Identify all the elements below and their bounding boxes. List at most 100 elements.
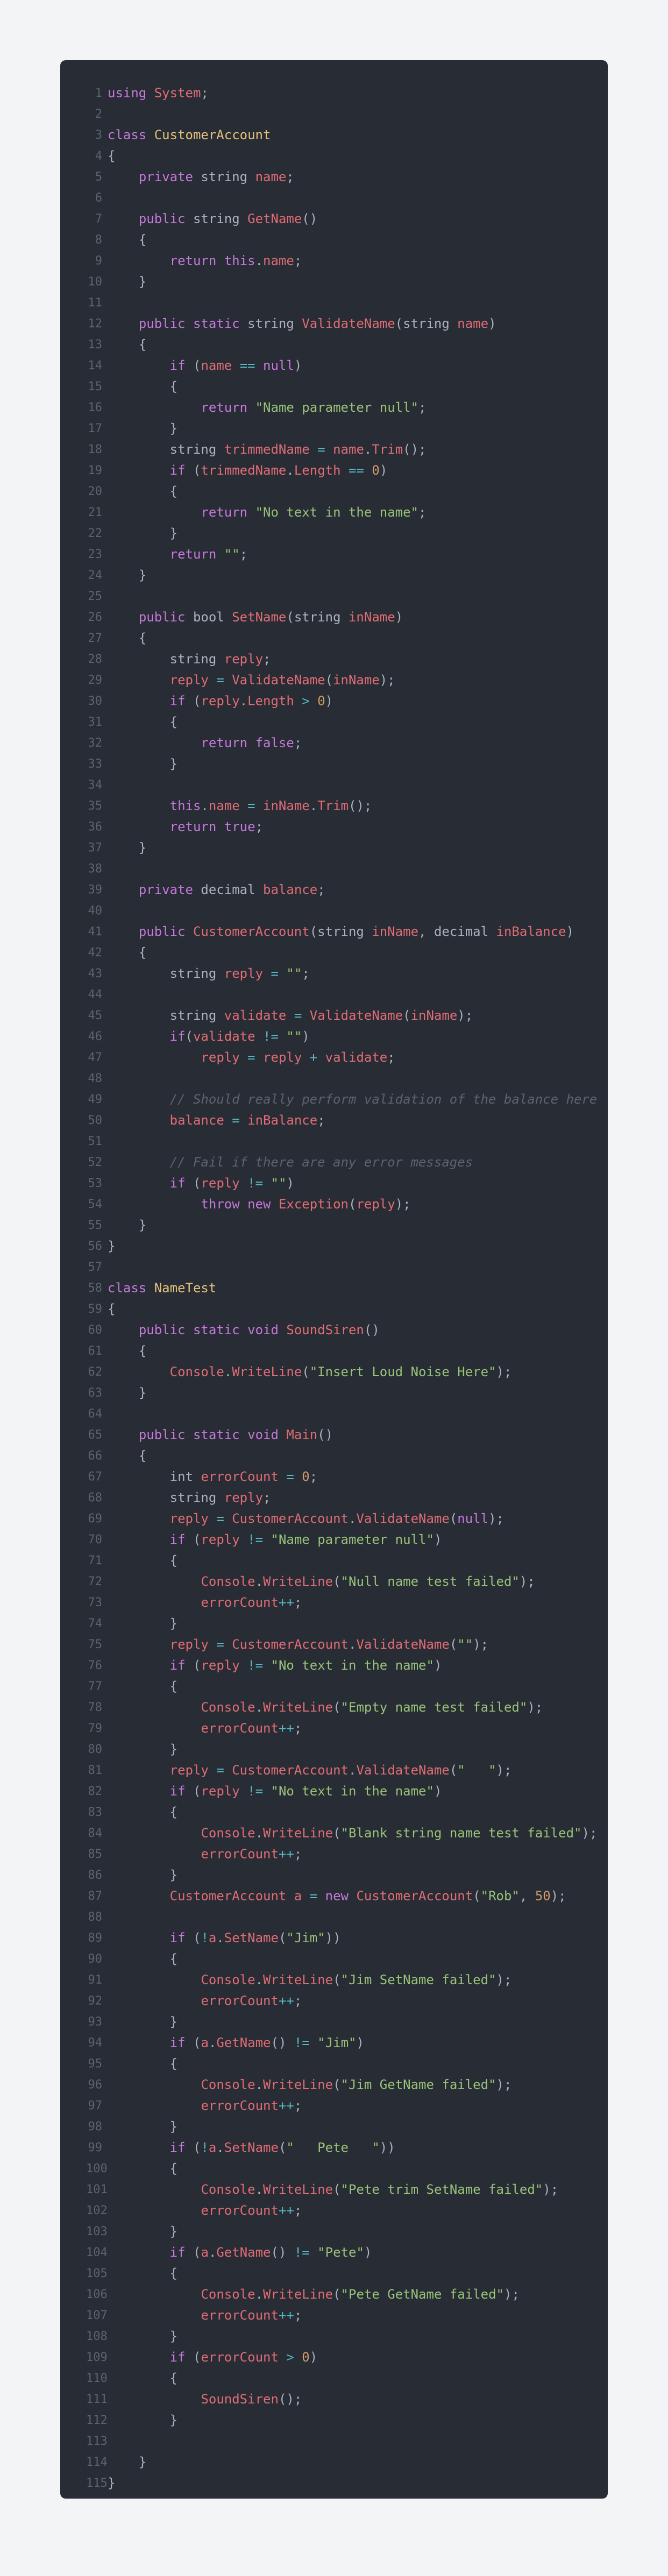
- code-line: 35 this.name = inName.Trim();: [86, 796, 597, 817]
- code-line: 55 }: [86, 1215, 597, 1236]
- code-line: 45 string validate = ValidateName(inName…: [86, 1005, 597, 1026]
- line-number: 8: [95, 233, 102, 247]
- line-number: 68: [88, 1491, 103, 1505]
- code-line-text: if (errorCount > 0): [169, 2350, 318, 2365]
- code-line-text: {: [138, 945, 147, 960]
- code-line: 15 {: [86, 376, 597, 397]
- code-line: 62 Console.WriteLine("Insert Loud Noise …: [86, 1362, 597, 1383]
- code-line-text: return false;: [201, 735, 302, 750]
- code-line: 81 reply = CustomerAccount.ValidateName(…: [86, 1760, 597, 1781]
- line-number: 5: [95, 170, 102, 184]
- code-line-text: if (!a.SetName(" Pete ")): [169, 2140, 395, 2155]
- code-line: 1 using System;: [86, 83, 597, 104]
- code-line-text: if (a.GetName() != "Jim"): [169, 2035, 364, 2050]
- code-line: 51: [86, 1131, 597, 1152]
- line-number: 115: [86, 2477, 108, 2490]
- code-line-text: return "No text in the name";: [201, 505, 427, 520]
- line-number: 29: [88, 674, 103, 687]
- code-line-text: errorCount++;: [201, 1993, 302, 2008]
- code-line-text: {: [169, 714, 178, 729]
- code-line-text: }: [169, 2014, 178, 2029]
- code-line: 90 {: [86, 1949, 597, 1970]
- code-line-text: private string name;: [138, 169, 294, 184]
- code-line: 91 Console.WriteLine("Jim SetName failed…: [86, 1970, 597, 1991]
- code-line-text: string validate = ValidateName(inName);: [169, 1008, 473, 1023]
- code-line: 113: [86, 2431, 597, 2452]
- code-line-text: string reply;: [169, 1490, 271, 1505]
- line-number: 97: [88, 2099, 103, 2113]
- code-line-text: errorCount++;: [201, 1721, 302, 1736]
- code-line: 27 {: [86, 628, 597, 649]
- line-number: 77: [88, 1680, 103, 1693]
- code-line-text: }: [138, 840, 147, 855]
- code-line-text: }: [108, 1239, 116, 1254]
- code-line-text: reply = CustomerAccount.ValidateName("")…: [169, 1637, 489, 1652]
- code-line: 33 }: [86, 754, 597, 775]
- code-line: 96 Console.WriteLine("Jim GetName failed…: [86, 2074, 597, 2095]
- line-number: 55: [88, 1219, 103, 1232]
- code-line-text: string trimmedName = name.Trim();: [169, 442, 427, 457]
- line-number: 93: [88, 2015, 103, 2029]
- code-line: 79 errorCount++;: [86, 1718, 597, 1739]
- line-number: 103: [86, 2225, 108, 2238]
- code-line: 82 if (reply != "No text in the name"): [86, 1781, 597, 1802]
- code-line: 2: [86, 104, 597, 125]
- line-number: 63: [88, 1386, 103, 1400]
- code-line: 59 {: [86, 1299, 597, 1320]
- code-line: 50 balance = inBalance;: [86, 1110, 597, 1131]
- line-number: 42: [88, 946, 103, 960]
- code-line-text: Console.WriteLine("Jim SetName failed");: [201, 1972, 512, 1987]
- code-line: 68 string reply;: [86, 1487, 597, 1508]
- line-number: 38: [88, 862, 103, 876]
- code-line-text: {: [138, 337, 147, 352]
- line-number: 114: [86, 2456, 108, 2469]
- code-line: 107 errorCount++;: [86, 2305, 597, 2326]
- code-line-text: return "Name parameter null";: [201, 400, 427, 415]
- line-number: 23: [88, 548, 103, 561]
- code-line: 58 class NameTest: [86, 1278, 597, 1299]
- line-number: 3: [95, 128, 102, 142]
- code-line: 104 if (a.GetName() != "Pete"): [86, 2242, 597, 2263]
- code-line: 70 if (reply != "Name parameter null"): [86, 1529, 597, 1550]
- line-number: 36: [88, 820, 103, 834]
- code-line-text: reply = reply + validate;: [201, 1050, 395, 1065]
- code-line-text: if (a.GetName() != "Pete"): [169, 2245, 372, 2260]
- line-number: 31: [88, 715, 103, 729]
- line-number: 19: [88, 464, 103, 477]
- code-line: 73 errorCount++;: [86, 1592, 597, 1613]
- code-line: 89 if (!a.SetName("Jim")): [86, 1928, 597, 1949]
- line-number: 32: [88, 736, 103, 750]
- line-number: 80: [88, 1743, 103, 1756]
- code-line-text: public bool SetName(string inName): [138, 610, 403, 625]
- code-line: 87 CustomerAccount a = new CustomerAccou…: [86, 1886, 597, 1907]
- line-number: 71: [88, 1554, 103, 1568]
- line-number: 64: [88, 1407, 103, 1421]
- line-number: 72: [88, 1575, 103, 1588]
- code-line: 32 return false;: [86, 733, 597, 754]
- line-number: 35: [88, 799, 103, 813]
- line-number: 34: [88, 778, 103, 792]
- line-number: 46: [88, 1030, 103, 1043]
- code-line-text: if (reply != "Name parameter null"): [169, 1532, 442, 1547]
- line-number: 2: [95, 108, 102, 121]
- code-line: 42 {: [86, 942, 597, 963]
- code-line: 14 if (name == null): [86, 355, 597, 376]
- code-line-text: errorCount++;: [201, 1595, 302, 1610]
- line-number: 45: [88, 1009, 103, 1022]
- code-line-text: CustomerAccount a = new CustomerAccount(…: [169, 1888, 566, 1904]
- code-line-text: Console.WriteLine("Empty name test faile…: [201, 1700, 543, 1715]
- code-line-text: {: [169, 1553, 178, 1568]
- code-line-text: }: [169, 2413, 178, 2428]
- code-line-text: }: [138, 1385, 147, 1400]
- code-line: 3 class CustomerAccount: [86, 125, 597, 146]
- line-number: 15: [88, 380, 103, 393]
- code-line: 19 if (trimmedName.Length == 0): [86, 460, 597, 481]
- line-number: 49: [88, 1093, 103, 1106]
- line-number: 82: [88, 1785, 103, 1798]
- code-line-text: int errorCount = 0;: [169, 1469, 318, 1484]
- line-number: 13: [88, 338, 103, 352]
- code-line-text: class CustomerAccount: [108, 127, 271, 142]
- code-line-text: return this.name;: [169, 253, 302, 268]
- code-line-text: using System;: [108, 85, 209, 101]
- code-line: 72 Console.WriteLine("Null name test fai…: [86, 1571, 597, 1592]
